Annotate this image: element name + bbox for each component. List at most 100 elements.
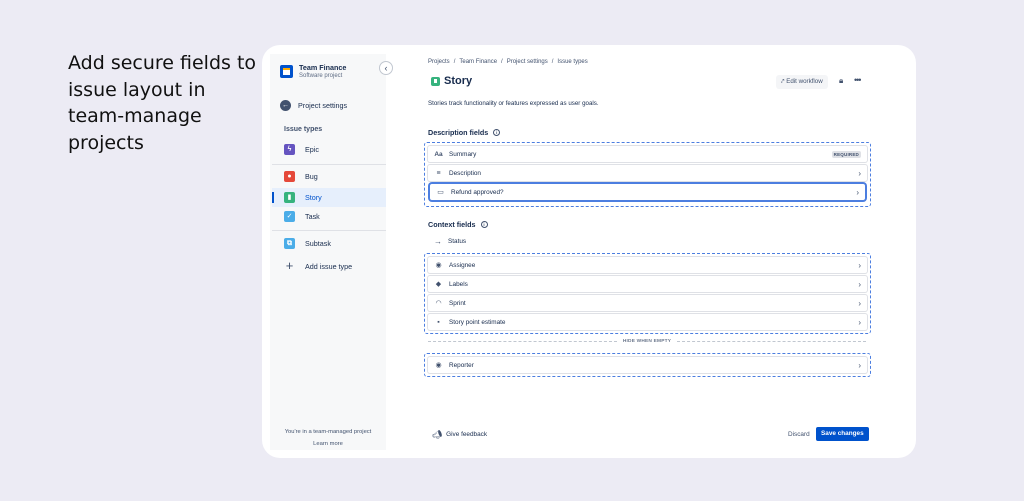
required-badge: REQUIRED — [831, 150, 861, 158]
chevron-right-icon: › — [858, 298, 861, 308]
project-type: Software project — [299, 73, 343, 79]
give-feedback-button[interactable]: 📣︎ Give feedback — [432, 430, 487, 439]
field-label: Summary — [449, 150, 477, 158]
sidebar-item-label: Bug — [305, 172, 318, 181]
issue-types-heading: Issue types — [284, 126, 323, 133]
description-fields-label: Description fields — [428, 128, 489, 137]
user-icon: ◉ — [435, 362, 442, 369]
breadcrumb-projects[interactable]: Projects — [428, 59, 450, 65]
lock-icon[interactable]: 🔒︎ — [839, 76, 843, 86]
bookmark-icon: ▮ — [284, 192, 295, 203]
dashed-line — [677, 340, 866, 342]
field-label: Sprint — [449, 299, 466, 307]
sidebar-item-bug[interactable]: ● Bug — [272, 167, 386, 186]
sidebar-item-epic[interactable]: ϟ Epic — [272, 140, 386, 159]
give-feedback-label: Give feedback — [446, 431, 488, 438]
back-arrow-icon: ← — [280, 99, 291, 111]
field-label: Assignee — [449, 261, 476, 269]
main-content: Projects / Team Finance / Project settin… — [424, 45, 871, 458]
field-row-assignee[interactable]: ◉ Assignee › — [428, 257, 867, 273]
save-changes-button[interactable]: Save changes — [816, 427, 869, 441]
bug-icon: ● — [284, 171, 295, 182]
add-issue-type-label: Add issue type — [305, 262, 353, 271]
field-row-reporter[interactable]: ◉ Reporter › — [428, 357, 867, 373]
tag-icon: ◆ — [435, 281, 442, 288]
field-row-refund-approved[interactable]: ▭ Refund approved? › — [430, 184, 865, 200]
description-fields-heading: Description fields i — [428, 128, 501, 137]
story-icon — [431, 77, 440, 86]
plus-icon: + — [285, 258, 294, 273]
chevron-right-icon: › — [858, 317, 861, 327]
description-fields-dropzone: Aa Summary REQUIRED ≡ Description › ▭ Re… — [424, 142, 871, 207]
sidebar-item-story[interactable]: ▮ Story — [272, 188, 386, 207]
hide-when-empty-label: HIDE WHEN EMPTY — [622, 338, 672, 344]
field-row-labels[interactable]: ◆ Labels › — [428, 276, 867, 292]
sprint-icon: ◠ — [435, 300, 442, 307]
hide-when-empty-divider: HIDE WHEN EMPTY — [428, 337, 866, 345]
sidebar-item-subtask[interactable]: ⧉ Subtask — [272, 234, 386, 253]
sidebar-divider — [272, 164, 386, 165]
field-row-status: → Status — [428, 234, 472, 248]
context-fields-label: Context fields — [428, 220, 476, 229]
chevron-right-icon: › — [858, 168, 861, 178]
breadcrumb-team-finance[interactable]: Team Finance — [459, 59, 497, 65]
field-row-story-point-estimate[interactable]: ▪ Story point estimate › — [428, 314, 867, 330]
team-managed-note: You're in a team-managed project — [284, 429, 372, 435]
project-settings-link[interactable]: ← Project settings — [280, 98, 347, 112]
issue-type-description: Stories track functionality or features … — [428, 100, 599, 107]
add-issue-type-button[interactable]: + Add issue type — [272, 257, 386, 276]
sidebar-item-label: Subtask — [305, 239, 331, 248]
chevron-right-icon: › — [858, 279, 861, 289]
subtask-icon: ⧉ — [284, 238, 295, 249]
breadcrumb-issue-types[interactable]: Issue types — [557, 59, 587, 65]
paragraph-icon: ≡ — [436, 169, 441, 177]
field-label: Status — [448, 237, 467, 245]
discard-button[interactable]: Discard — [788, 431, 810, 438]
field-row-summary[interactable]: Aa Summary REQUIRED — [428, 146, 867, 162]
collapse-sidebar-button[interactable]: ‹ — [379, 61, 393, 75]
user-icon: ◉ — [435, 262, 442, 269]
page-title: Story — [444, 75, 473, 87]
hidden-fields-dropzone: ◉ Reporter › — [424, 353, 871, 377]
context-fields-dropzone: ◉ Assignee › ◆ Labels › ◠ Sprint › ▪ Sto… — [424, 253, 871, 334]
edit-workflow-button[interactable]: ⤤ Edit workflow — [776, 75, 828, 89]
more-actions-icon[interactable]: ••• — [854, 75, 862, 85]
workflow-icon: ⤤ — [781, 78, 785, 85]
field-row-sprint[interactable]: ◠ Sprint › — [428, 295, 867, 311]
project-settings-label: Project settings — [298, 100, 348, 110]
text-field-icon: Aa — [434, 150, 443, 158]
sidebar-item-task[interactable]: ✓ Task — [272, 207, 386, 226]
breadcrumb-separator: / — [501, 59, 503, 65]
folder-icon: ▭ — [437, 189, 444, 196]
info-icon[interactable]: i — [493, 129, 501, 136]
context-fields-heading: Context fields i — [428, 220, 488, 229]
field-label: Story point estimate — [449, 318, 506, 326]
megaphone-icon: 📣︎ — [432, 430, 443, 439]
project-name: Team Finance — [299, 63, 347, 72]
dashed-line — [428, 340, 617, 342]
breadcrumb-project-settings[interactable]: Project settings — [507, 59, 548, 65]
edit-workflow-label: Edit workflow — [786, 78, 823, 85]
chevron-right-icon: › — [856, 187, 859, 197]
headline: Add secure fields to issue layout in tea… — [68, 52, 257, 154]
sidebar-item-label: Task — [305, 212, 320, 221]
lightning-icon: ϟ — [284, 144, 295, 155]
settings-card: Team Finance Software project ← Project … — [262, 45, 916, 458]
field-row-description[interactable]: ≡ Description › — [428, 165, 867, 181]
sidebar-item-label: Epic — [305, 145, 319, 154]
breadcrumb-separator: / — [551, 59, 554, 65]
field-label: Reporter — [449, 361, 474, 369]
chevron-right-icon: › — [858, 260, 861, 270]
sidebar: Team Finance Software project ← Project … — [270, 54, 386, 450]
field-label: Labels — [449, 280, 468, 288]
field-label: Refund approved? — [451, 188, 504, 196]
sidebar-divider — [272, 230, 386, 231]
arrow-right-icon: → — [434, 236, 442, 246]
project-icon — [280, 65, 293, 78]
breadcrumb-separator: / — [453, 59, 456, 65]
chevron-right-icon: › — [858, 360, 861, 370]
field-label: Description — [449, 169, 481, 177]
learn-more-link[interactable]: Learn more — [270, 441, 386, 447]
check-icon: ✓ — [284, 211, 295, 222]
info-icon[interactable]: i — [480, 221, 488, 228]
